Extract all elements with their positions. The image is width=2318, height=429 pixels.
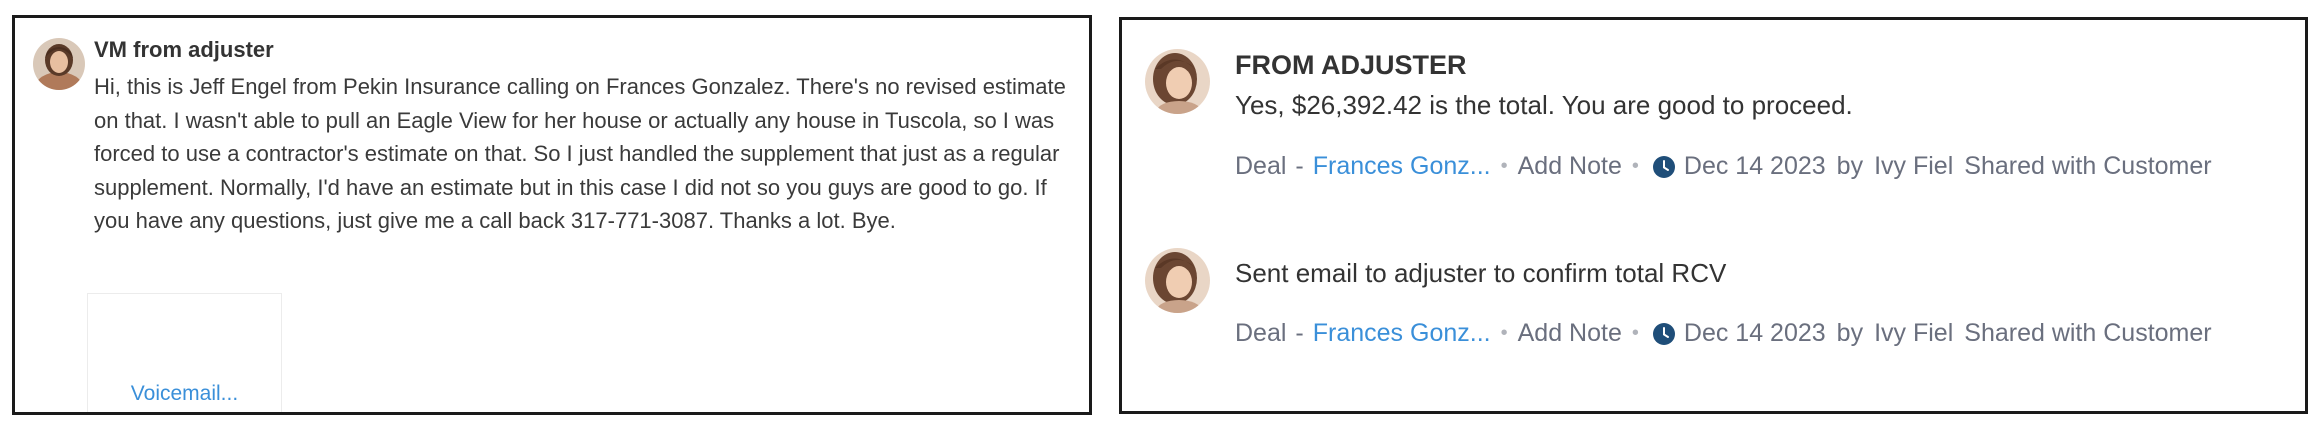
avatar[interactable]	[33, 38, 85, 90]
separator: -	[1295, 319, 1304, 347]
owner-name: Ivy Fiel	[1874, 152, 1954, 180]
separator-dot: •	[1631, 155, 1639, 177]
module-label: Deal	[1235, 152, 1287, 180]
separator: -	[1295, 152, 1304, 180]
voicemail-note-panel: VM from adjuster Hi, this is Jeff Engel …	[12, 15, 1092, 415]
note-text: Sent email to adjuster to confirm total …	[1235, 258, 1727, 288]
note-text: Yes, $26,392.42 is the total. You are go…	[1235, 90, 1853, 120]
record-link[interactable]: Frances Gonz...	[1313, 319, 1491, 348]
owner-name: Ivy Fiel	[1874, 319, 1954, 347]
shared-status: Shared with Customer	[1964, 152, 2212, 180]
note-date: Dec 14 2023	[1683, 319, 1826, 347]
by-label: by	[1836, 152, 1864, 180]
note-meta: Deal - Frances Gonz... • Add Note • Dec …	[1235, 319, 2212, 348]
clock-icon	[1652, 155, 1675, 178]
note-meta: Deal - Frances Gonz... • Add Note • Dec …	[1235, 152, 2212, 181]
note-title: FROM ADJUSTER	[1235, 50, 1467, 80]
note-date: Dec 14 2023	[1683, 152, 1826, 180]
module-label: Deal	[1235, 319, 1287, 347]
voicemail-transcript: Hi, this is Jeff Engel from Pekin Insura…	[94, 74, 1066, 233]
notes-panel: FROM ADJUSTER Yes, $26,392.42 is the tot…	[1119, 17, 2308, 414]
separator-dot: •	[1631, 322, 1639, 344]
avatar[interactable]	[1145, 49, 1210, 114]
shared-status: Shared with Customer	[1964, 319, 2212, 347]
clock-icon	[1652, 322, 1675, 345]
separator-dot: •	[1500, 155, 1508, 177]
add-note-button[interactable]: Add Note	[1518, 319, 1622, 348]
add-note-button[interactable]: Add Note	[1518, 152, 1622, 181]
record-link[interactable]: Frances Gonz...	[1313, 152, 1491, 181]
voicemail-link[interactable]: Voicemail...	[88, 382, 281, 406]
by-label: by	[1836, 319, 1864, 347]
separator-dot: •	[1500, 322, 1508, 344]
avatar[interactable]	[1145, 248, 1210, 313]
voicemail-attachment[interactable]: Voicemail...	[87, 293, 282, 412]
note-title: VM from adjuster	[94, 37, 274, 62]
